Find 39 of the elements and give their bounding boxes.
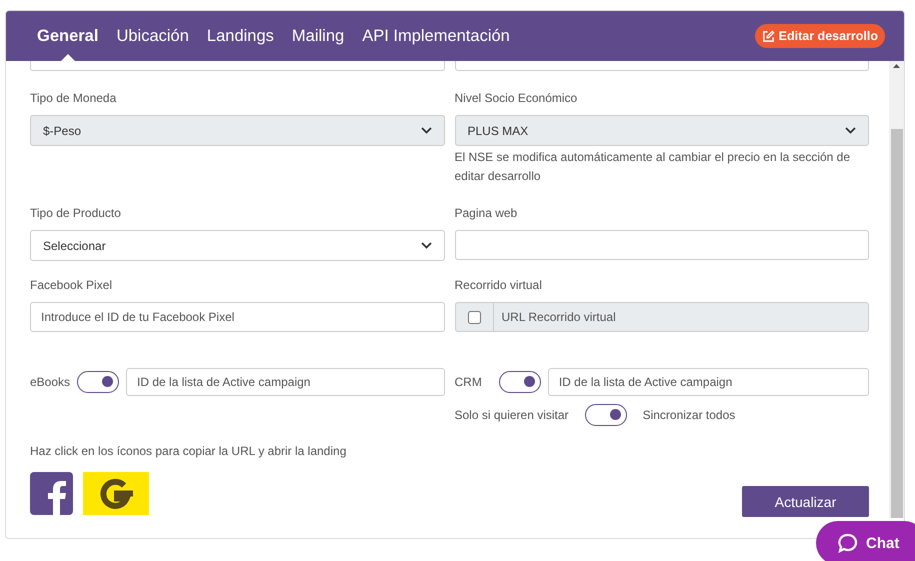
virtual-tour-field[interactable]: URL Recorrido virtual <box>454 302 869 332</box>
toggle-label: eBooks <box>30 375 70 389</box>
website-field[interactable] <box>454 230 869 260</box>
chevron-icon <box>420 127 432 134</box>
crm-list-field[interactable]: ID de la lista de Active campaign <box>548 368 869 396</box>
field-label: Tipo de Producto <box>30 206 122 220</box>
tab[interactable]: General <box>28 11 108 61</box>
chat-icon <box>838 533 858 553</box>
google-icon[interactable] <box>83 472 149 515</box>
field-label: Recorrido virtual <box>454 278 543 292</box>
toggle-switch[interactable] <box>584 404 627 426</box>
toggle-switch[interactable] <box>77 371 120 393</box>
field-label: Nivel Socio Económico <box>454 91 578 105</box>
chevron-icon <box>845 127 856 134</box>
tab[interactable]: Landings <box>198 11 283 61</box>
chat-button[interactable]: Chat <box>816 521 915 561</box>
field-label: Pagina web <box>454 206 518 220</box>
toggle-label: CRM <box>454 375 482 389</box>
update-button[interactable]: Actualizar <box>742 486 869 517</box>
toggle-label: Solo si quieren visitar <box>454 408 569 422</box>
edit-icon <box>762 30 775 42</box>
chevron-icon <box>420 242 432 249</box>
field-label: Tipo de Moneda <box>30 91 118 105</box>
tab[interactable]: API Implementación <box>353 11 519 61</box>
hint-text: Haz click en los íconos para copiar la URL y abrir la landing <box>30 444 348 458</box>
help-text: El NSE se modifica automáticamente al cambiar el precio en la sección de editar desarrollo <box>454 149 852 185</box>
tab[interactable]: Ubicación <box>107 11 198 61</box>
input-field[interactable] <box>30 61 444 71</box>
input-field[interactable] <box>454 61 869 71</box>
tab[interactable]: Mailing <box>282 11 354 61</box>
field-label: Facebook Pixel <box>30 278 114 292</box>
toggle-label: Sincronizar todos <box>642 408 736 422</box>
ebooks-list-field[interactable]: ID de la lista de Active campaign <box>126 368 444 396</box>
facebook-icon[interactable] <box>30 472 73 515</box>
product-type-select[interactable]: Seleccionar <box>30 230 444 261</box>
facebook-pixel-field[interactable]: Introduce el ID de tu Facebook Pixel <box>30 302 444 332</box>
scrollbar[interactable] <box>889 61 904 518</box>
toggle-switch[interactable] <box>498 371 541 393</box>
checkbox[interactable] <box>468 310 480 324</box>
